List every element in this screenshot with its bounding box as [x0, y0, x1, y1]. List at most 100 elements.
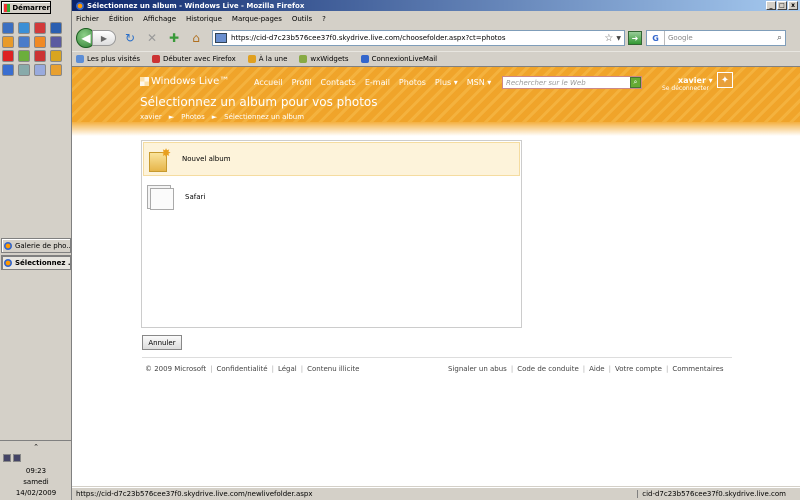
footer-left: © 2009 Microsoft | Confidentialité | Lég…: [145, 365, 359, 373]
nav-profil[interactable]: Profil: [292, 78, 312, 87]
windows-logo-icon: [4, 3, 11, 12]
start-button[interactable]: Démarrer: [1, 1, 51, 14]
brand-label: Windows Live™: [151, 76, 230, 87]
cancel-button[interactable]: Annuler: [142, 335, 182, 350]
footer-link-feedback[interactable]: Commentaires: [672, 365, 723, 373]
quick-launch-icon[interactable]: [2, 22, 14, 34]
quick-launch-icon[interactable]: [18, 36, 30, 48]
home-icon[interactable]: ⌂: [188, 30, 204, 46]
web-search-input[interactable]: Rechercher sur le Web ⌕: [502, 76, 642, 89]
stop-icon[interactable]: ✕: [144, 30, 160, 46]
album-label: Nouvel album: [182, 155, 231, 163]
go-button[interactable]: ➜: [628, 31, 642, 45]
breadcrumb-user[interactable]: xavier: [140, 113, 162, 121]
search-input[interactable]: G Google ⌕: [646, 30, 786, 46]
task-button-select-album[interactable]: Sélectionnez ...: [1, 255, 71, 270]
status-bar: https://cid-d7c23b576cee37f0.skydrive.li…: [72, 487, 800, 500]
bookmark-getting-started[interactable]: Débuter avec Firefox: [152, 54, 236, 63]
web-search-placeholder: Rechercher sur le Web: [506, 78, 586, 87]
firefox-icon: [76, 1, 84, 10]
quick-launch-icon[interactable]: [34, 50, 46, 62]
menu-fichier[interactable]: Fichier: [76, 15, 99, 23]
bookmark-headlines[interactable]: À la une: [247, 54, 287, 63]
chevron-down-icon[interactable]: ▼: [616, 35, 621, 42]
clock[interactable]: 09:23 samedi 14/02/2009: [0, 466, 72, 499]
footer-link-code-of-conduct[interactable]: Code de conduite: [517, 365, 579, 373]
quick-launch-icon[interactable]: [50, 22, 62, 34]
breadcrumb-current: Sélectionnez un album: [224, 113, 305, 121]
quick-launch-icon[interactable]: [50, 36, 62, 48]
chevron-up-icon[interactable]: ⌃: [0, 443, 72, 451]
close-button[interactable]: x: [788, 1, 798, 10]
menu-outils[interactable]: Outils: [292, 15, 312, 23]
task-label: Galerie de pho...: [15, 241, 71, 250]
reload-icon[interactable]: ↻: [122, 30, 138, 46]
nav-contacts[interactable]: Contacts: [321, 78, 356, 87]
menu-help[interactable]: ?: [322, 15, 326, 23]
menu-edition[interactable]: Édition: [109, 15, 133, 23]
album-item-safari[interactable]: Safari: [143, 180, 520, 214]
bookmark-wxwidgets[interactable]: wxWidgets: [299, 54, 349, 63]
footer-link-illicit[interactable]: Contenu illicite: [307, 365, 359, 373]
quick-launch-icon[interactable]: [34, 22, 46, 34]
user-menu[interactable]: xavier ▾: [678, 76, 713, 85]
network-icon[interactable]: [3, 454, 11, 462]
quick-launch-icon[interactable]: [18, 50, 30, 62]
quick-launch-icon[interactable]: [2, 50, 14, 62]
firefox-icon: [4, 258, 12, 267]
page-content: Windows Live™ Accueil Profil Contacts E-…: [72, 66, 800, 486]
nav-plus[interactable]: Plus ▾: [435, 78, 458, 87]
clock-time: 09:23: [25, 467, 47, 475]
bookmark-livemail[interactable]: ConnexionLiveMail: [360, 54, 437, 63]
search-icon[interactable]: ⌕: [777, 33, 782, 43]
menu-affichage[interactable]: Affichage: [143, 15, 176, 23]
footer-separator: |: [510, 365, 514, 373]
minimize-button[interactable]: _: [766, 1, 776, 10]
quick-launch-icon[interactable]: [50, 50, 62, 62]
add-bookmark-icon[interactable]: ✚: [166, 30, 182, 46]
footer-link-legal[interactable]: Légal: [278, 365, 297, 373]
bookmark-icon: [152, 54, 161, 63]
new-folder-icon: ✸: [147, 146, 173, 172]
album-item-new[interactable]: ✸ Nouvel album: [143, 142, 520, 176]
quick-launch-icon[interactable]: [34, 64, 46, 76]
maximize-button[interactable]: □: [777, 1, 787, 10]
nav-email[interactable]: E-mail: [365, 78, 390, 87]
bookmark-most-visited[interactable]: Les plus visités: [76, 54, 140, 63]
breadcrumb-photos[interactable]: Photos: [181, 113, 205, 121]
album-list: ✸ Nouvel album Safari: [141, 140, 522, 328]
quick-launch-icon[interactable]: [18, 64, 30, 76]
banner-fade: [72, 122, 800, 136]
url-bar[interactable]: https://cid-d7c23b576cee37f0.skydrive.li…: [212, 30, 625, 46]
tray-icons: [0, 454, 72, 462]
quick-launch-icon[interactable]: [18, 22, 30, 34]
quick-launch-icon[interactable]: [34, 36, 46, 48]
menu-historique[interactable]: Historique: [186, 15, 222, 23]
quick-launch-icon[interactable]: [2, 36, 14, 48]
site-identity-icon[interactable]: [215, 33, 227, 43]
footer-link-privacy[interactable]: Confidentialité: [216, 365, 267, 373]
nav-accueil[interactable]: Accueil: [254, 78, 283, 87]
star-icon[interactable]: ☆: [604, 33, 613, 44]
windows-live-logo[interactable]: Windows Live™: [140, 76, 229, 87]
avatar[interactable]: ✦: [717, 72, 733, 88]
nav-msn[interactable]: MSN ▾: [467, 78, 492, 87]
google-icon[interactable]: G: [647, 31, 665, 45]
nav-photos[interactable]: Photos: [399, 78, 426, 87]
signout-link[interactable]: Se déconnecter: [662, 85, 709, 92]
status-url: https://cid-d7c23b576cee37f0.skydrive.li…: [76, 490, 313, 498]
search-button[interactable]: ⌕: [630, 77, 641, 88]
menu-marque-pages[interactable]: Marque-pages: [232, 15, 282, 23]
footer-link-account[interactable]: Votre compte: [615, 365, 662, 373]
quick-launch-icon[interactable]: [2, 64, 14, 76]
firefox-icon: [4, 241, 12, 250]
task-label: Sélectionnez ...: [15, 258, 71, 267]
footer-link-report-abuse[interactable]: Signaler un abus: [448, 365, 507, 373]
volume-icon[interactable]: [13, 454, 21, 462]
quick-launch-icon[interactable]: [50, 64, 62, 76]
rss-icon: [247, 54, 256, 63]
footer-link-help[interactable]: Aide: [589, 365, 604, 373]
forward-button[interactable]: ▶: [92, 30, 116, 46]
search-placeholder: Google: [668, 34, 693, 42]
task-button-gallery[interactable]: Galerie de pho...: [1, 238, 71, 253]
